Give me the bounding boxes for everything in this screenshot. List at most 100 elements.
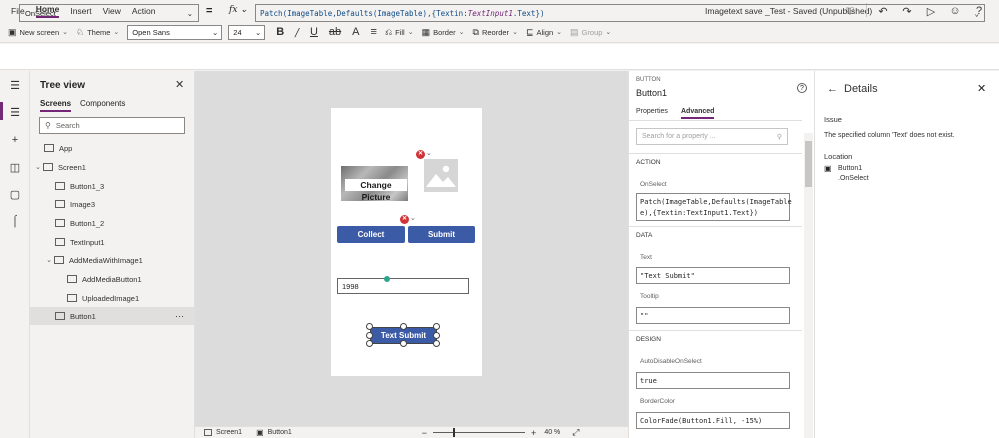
tree-item-textinput1[interactable]: TextInput1	[30, 233, 194, 251]
formula-text: Patch(ImageTable,Defaults(ImageTable),{T…	[260, 9, 544, 18]
screen-icon	[43, 163, 53, 171]
collect-button[interactable]: Collect	[337, 226, 405, 243]
border-button[interactable]: ▦ Border ⌄	[422, 27, 465, 38]
reorder-button[interactable]: ⧉ Reorder ⌄	[473, 27, 518, 38]
tree-item-label: AddMediaButton1	[82, 274, 142, 284]
tree-item-label: Button1_2	[70, 218, 105, 228]
tree-item-uploadedimage1[interactable]: UploadedImage1	[30, 289, 194, 307]
strikethrough-icon[interactable]: ab	[329, 26, 341, 38]
screen-icon	[204, 429, 212, 436]
tree-item-button1-3[interactable]: Button1_3	[30, 177, 194, 195]
media-icon[interactable]: ▢	[8, 188, 22, 202]
app-icon	[44, 144, 54, 152]
advanced-tools-icon[interactable]: ⌠	[8, 215, 22, 229]
tree-item-addmediawithimage1[interactable]: ⌄ AddMediaWithImage1	[30, 251, 194, 269]
chevron-down-icon: ⌄	[113, 29, 120, 36]
zoom-in-button[interactable]: +	[531, 428, 536, 438]
align-label: Align	[536, 27, 554, 37]
ribbon-toolbar: ▣ New screen ⌄ ♘ Theme ⌄ Open Sans ⌄ 24 …	[0, 22, 999, 43]
chevron-down-icon: ⌄	[458, 29, 465, 36]
bold-icon[interactable]: B	[276, 26, 284, 38]
text-align-icon[interactable]: ≡	[371, 26, 377, 38]
rotate-handle[interactable]	[384, 276, 390, 282]
fit-to-window-icon[interactable]: ⤢	[572, 427, 579, 438]
zoom-slider-thumb[interactable]	[453, 428, 456, 437]
align-button[interactable]: ⊑ Align ⌄	[526, 27, 562, 38]
fx-icon[interactable]: fx ⌄	[229, 5, 248, 15]
resize-handle[interactable]	[433, 332, 440, 339]
chevron-down-icon[interactable]: ⌄	[426, 149, 432, 157]
data-cylinder-icon[interactable]: ◫	[8, 161, 22, 175]
resize-handle[interactable]	[400, 340, 407, 347]
theme-button[interactable]: ♘ Theme ⌄	[76, 27, 119, 38]
fill-label: Fill	[395, 27, 405, 37]
tab-components[interactable]: Components	[80, 99, 125, 108]
bordercolor-field[interactable]: ColorFade(Button1.Fill, -15%)	[636, 412, 790, 429]
tree-item-label: TextInput1	[70, 237, 105, 247]
font-family-select[interactable]: Open Sans ⌄	[127, 24, 223, 40]
formula-input[interactable]: Patch(ImageTable,Defaults(ImageTable),{T…	[255, 4, 985, 22]
location-control[interactable]: Button1	[838, 165, 862, 172]
chevron-down-icon: ⌄	[255, 27, 262, 37]
status-screen-tab[interactable]: Screen1	[216, 429, 242, 436]
text-field[interactable]: "Text Submit"	[636, 267, 790, 284]
zoom-slider[interactable]	[433, 428, 526, 437]
onselect-field[interactable]: Patch(ImageTable,Defaults(ImageTable e),…	[636, 193, 792, 221]
chevron-down-icon[interactable]: ⌄	[33, 163, 43, 171]
property-search-input[interactable]: Search for a property ... ⚲	[636, 128, 788, 145]
scrollbar-thumb[interactable]	[805, 141, 812, 187]
resize-handle[interactable]	[433, 340, 440, 347]
insert-plus-icon[interactable]: +	[8, 134, 22, 148]
image-icon	[55, 200, 65, 208]
error-icon[interactable]: ✕	[416, 150, 425, 159]
text-input-1[interactable]: 1998	[337, 278, 469, 294]
layers-icon[interactable]: ☰	[8, 106, 22, 120]
tooltip-field[interactable]: ""	[636, 307, 790, 324]
tree-item-button1-2[interactable]: Button1_2	[30, 214, 194, 232]
tree-item-image3[interactable]: Image3	[30, 195, 194, 213]
divider	[629, 153, 802, 154]
tree-search-placeholder: Search	[55, 121, 80, 130]
font-size-select[interactable]: 24 ⌄	[228, 24, 266, 40]
resize-handle[interactable]	[366, 332, 373, 339]
new-screen-button[interactable]: ▣ New screen ⌄	[8, 27, 68, 38]
more-options-icon[interactable]: ···	[175, 311, 184, 321]
resize-handle[interactable]	[366, 340, 373, 347]
resize-handle[interactable]	[366, 323, 373, 330]
tree-item-screen1[interactable]: ⌄ Screen1	[30, 158, 194, 176]
tree-search-input[interactable]: ⚲ Search	[39, 117, 185, 134]
chevron-down-icon[interactable]: ⌄	[974, 9, 979, 18]
property-search-placeholder: Search for a property ...	[642, 133, 716, 140]
close-icon[interactable]: ✕	[977, 82, 986, 95]
tree-item-addmediabutton1[interactable]: AddMediaButton1	[30, 270, 194, 288]
tab-properties[interactable]: Properties	[636, 108, 668, 115]
zoom-out-button[interactable]: −	[422, 428, 427, 438]
fill-button[interactable]: ⎌ Fill ⌄	[385, 27, 414, 38]
property-select[interactable]: OnSelect ⌄	[19, 4, 199, 22]
italic-icon[interactable]: /	[295, 26, 299, 39]
status-button-tab[interactable]: Button1	[268, 429, 292, 436]
chevron-down-icon[interactable]: ⌄	[44, 256, 54, 264]
font-color-icon[interactable]: A	[352, 26, 359, 38]
details-header: ← Details	[827, 83, 878, 95]
submit-button[interactable]: Submit	[408, 226, 475, 243]
chevron-down-icon[interactable]: ⌄	[410, 214, 416, 222]
tab-advanced[interactable]: Advanced	[681, 108, 715, 119]
tree-item-button1[interactable]: Button1 ···	[30, 307, 194, 325]
error-icon[interactable]: ✕	[400, 215, 409, 224]
resize-handle[interactable]	[400, 323, 407, 330]
back-arrow-icon[interactable]: ←	[827, 83, 838, 95]
tab-screens[interactable]: Screens	[40, 99, 72, 112]
image-placeholder[interactable]	[424, 159, 458, 192]
group-button[interactable]: ▤ Group ⌄	[570, 27, 611, 38]
tree-item-app[interactable]: App	[30, 139, 194, 157]
chevron-down-icon: ⌄	[512, 29, 518, 36]
hamburger-menu-icon[interactable]: ☰	[8, 79, 22, 93]
tree-item-label: AddMediaWithImage1	[69, 255, 143, 265]
autodisable-field[interactable]: true	[636, 372, 790, 389]
location-property[interactable]: .OnSelect	[838, 175, 869, 182]
underline-icon[interactable]: U	[310, 26, 318, 38]
help-icon[interactable]: ?	[797, 83, 807, 93]
close-icon[interactable]: ✕	[175, 78, 184, 91]
resize-handle[interactable]	[433, 323, 440, 330]
